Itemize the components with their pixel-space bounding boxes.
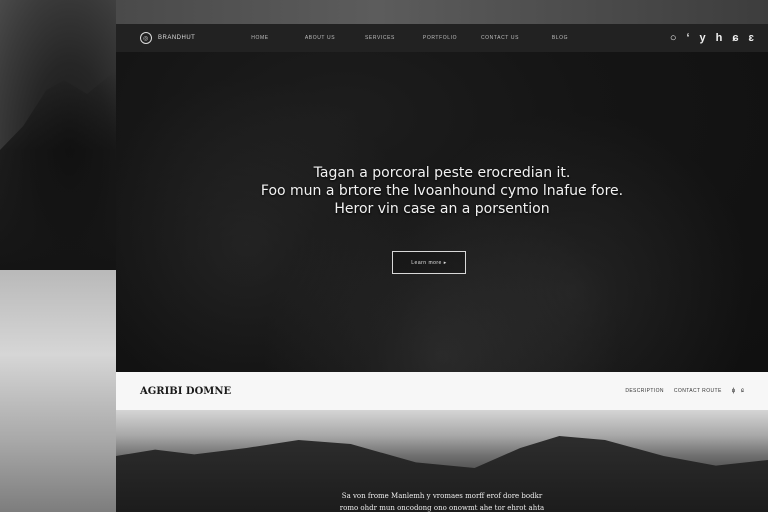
- section-links: DESCRIPTION CONTACT ROUTE: [625, 388, 721, 394]
- hero-line-2: Foo mun a brtore the lvoanhound cymo lna…: [260, 183, 624, 199]
- nav-link-services[interactable]: SERVICES: [350, 35, 410, 41]
- globe-icon[interactable]: ɸ: [732, 388, 735, 394]
- background-top-strip: [116, 0, 768, 24]
- nav-link-contact[interactable]: CONTACT US: [470, 35, 530, 41]
- nav-link-about[interactable]: ABOUT US: [290, 35, 350, 41]
- share-icon[interactable]: ɕ: [732, 32, 738, 44]
- section-link-contact-route[interactable]: CONTACT ROUTE: [674, 388, 722, 394]
- background-mountain-left: [0, 0, 116, 270]
- background-clouds-left: [0, 270, 116, 512]
- learn-more-button[interactable]: Learn more ▸: [392, 251, 466, 274]
- navbar: ◎ BRANDHUT HOME ABOUT US SERVICES PORTFO…: [116, 24, 768, 52]
- nav-link-home[interactable]: HOME: [230, 35, 290, 41]
- share-icon[interactable]: ɕ: [741, 388, 744, 394]
- nav-link-blog[interactable]: BLOG: [530, 35, 590, 41]
- section-title: AGRIBI DOMNE: [140, 385, 232, 397]
- brand-name: BRANDHUT: [158, 35, 196, 41]
- mountain-line-1: Sa von frome Manlemh y vromaes morff ero…: [341, 492, 543, 500]
- euro-icon[interactable]: ɛ: [749, 32, 754, 44]
- hero-section: Tagan a porcoral peste erocredian it. Fo…: [116, 52, 768, 372]
- facebook-icon[interactable]: h: [716, 32, 723, 44]
- section-icons: ɸ ɕ: [732, 388, 744, 394]
- logo[interactable]: ◎ BRANDHUT: [140, 32, 210, 44]
- hero-line-1: Tagan a porcoral peste erocredian it.: [313, 165, 571, 181]
- nav-links: HOME ABOUT US SERVICES PORTFOLIO CONTACT…: [230, 35, 670, 41]
- nav-link-portfolio[interactable]: PORTFOLIO: [410, 35, 470, 41]
- hero-line-3: Heror vin case an a porsention: [334, 201, 550, 217]
- mountain-section: Sa von frome Manlemh y vromaes morff ero…: [116, 410, 768, 512]
- section-header: AGRIBI DOMNE DESCRIPTION CONTACT ROUTE ɸ…: [116, 372, 768, 410]
- background-ridge: [0, 70, 116, 270]
- twitter-icon[interactable]: y: [700, 32, 706, 44]
- hero-heading: Tagan a porcoral peste erocredian it. Fo…: [116, 164, 768, 218]
- logo-icon: ◎: [140, 32, 152, 44]
- mountain-line-2: romo ohdr mun oncodong ono onowmt ahe to…: [339, 504, 545, 512]
- search-icon[interactable]: ○: [670, 32, 677, 44]
- nav-icons: ○ ʻ y h ɕ ɛ: [670, 32, 754, 44]
- mountain-caption: Sa von frome Manlemh y vromaes morff ero…: [116, 490, 768, 512]
- section-link-description[interactable]: DESCRIPTION: [625, 388, 664, 394]
- social-icon[interactable]: ʻ: [686, 32, 689, 44]
